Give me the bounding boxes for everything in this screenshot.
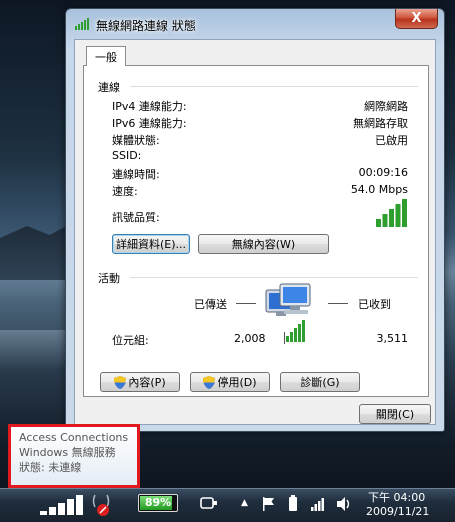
power-status-icon[interactable] — [286, 495, 300, 513]
network-signal-tray-icon[interactable] — [311, 497, 327, 511]
media-state-value: 已啟用 — [375, 134, 408, 147]
properties-button-label: 內容(P) — [128, 376, 166, 389]
bytes-label: 位元組: — [112, 334, 149, 347]
connection-heading: 連線 — [98, 81, 120, 94]
ssid-label: SSID: — [112, 149, 142, 162]
sent-line — [236, 303, 256, 304]
details-button[interactable]: 詳細資料(E)... — [112, 234, 190, 254]
activity-heading: 活動 — [98, 272, 120, 285]
tooltip-line-status: 狀態: 未連線 — [19, 461, 82, 474]
properties-button[interactable]: 內容(P) — [100, 372, 180, 392]
row-signal-quality: 訊號品質: — [112, 199, 408, 232]
sent-label: 已傳送 — [194, 298, 227, 311]
close-icon: X — [411, 11, 422, 26]
row-bytes: 位元組: 2,008 3,511 — [112, 332, 408, 348]
tooltip-line-app: Access Connections — [19, 431, 129, 444]
tooltip-line-service: Windows 無線服務 — [19, 446, 116, 459]
access-connections-signal-icon[interactable] — [40, 495, 84, 515]
speed-value: 54.0 Mbps — [350, 183, 408, 196]
row-speed: 速度: 54.0 Mbps — [112, 183, 408, 199]
general-tab-panel: 連線 IPv4 連線能力: 網際網路 IPv6 連線能力: 無網路存取 媒體狀態… — [83, 65, 429, 397]
ipv6-value: 無網路存取 — [353, 117, 408, 130]
volume-icon[interactable] — [336, 496, 352, 512]
tab-general[interactable]: 一般 — [86, 46, 126, 66]
bytes-received-value: 3,511 — [376, 332, 409, 345]
signal-quality-icon — [376, 199, 407, 227]
duration-label: 連線時間: — [112, 168, 160, 181]
window-close-button[interactable]: X — [395, 9, 438, 29]
battery-gauge[interactable]: 89% — [138, 494, 178, 512]
access-connections-tooltip: Access Connections Windows 無線服務 狀態: 未連線 — [8, 424, 140, 488]
diagnose-button[interactable]: 診斷(G) — [280, 372, 360, 392]
uac-shield-icon — [203, 375, 216, 389]
activity-divider — [130, 277, 418, 278]
received-label: 已收到 — [358, 298, 391, 311]
disable-button[interactable]: 停用(D) — [190, 372, 270, 392]
disable-button-label: 停用(D) — [217, 376, 257, 389]
speed-label: 速度: — [112, 185, 138, 198]
row-media-state: 媒體狀態: 已啟用 — [112, 132, 408, 148]
tab-general-label: 一般 — [95, 50, 117, 64]
ipv6-label: IPv6 連線能力: — [112, 117, 187, 130]
window-title: 無線網路連線 狀態 — [96, 19, 196, 33]
wireless-disabled-icon[interactable] — [92, 493, 110, 517]
row-ipv4: IPv4 連線能力: 網際網路 — [112, 98, 408, 114]
power-plug-icon[interactable] — [199, 495, 219, 511]
uac-shield-icon — [114, 375, 127, 389]
action-center-flag-icon[interactable] — [262, 496, 276, 512]
details-button-label: 詳細資料(E)... — [115, 238, 187, 251]
row-duration: 連線時間: 00:09:16 — [112, 166, 408, 182]
duration-value: 00:09:16 — [358, 166, 408, 179]
wireless-properties-button[interactable]: 無線內容(W) — [198, 234, 329, 254]
connection-divider — [130, 86, 418, 87]
window-client-area: 一般 連線 IPv4 連線能力: 網際網路 IPv6 連線能力: 無網路存取 媒… — [74, 39, 436, 425]
wireless-status-window: 無線網路連線 狀態 X 一般 連線 IPv4 連線能力: 網際網路 IPv6 連… — [65, 8, 445, 432]
clock-time[interactable]: 下午 04:00 — [368, 489, 425, 505]
wireless-signal-icon — [75, 18, 89, 30]
diagnose-button-label: 診斷(G) — [300, 376, 340, 389]
row-ipv6: IPv6 連線能力: 無網路存取 — [112, 115, 408, 131]
taskbar: 89% ▲ 下午 04:00 2009/11/21 — [0, 488, 455, 522]
wireless-properties-label: 無線內容(W) — [231, 238, 296, 251]
row-ssid: SSID: — [112, 149, 408, 165]
close-button[interactable]: 關閉(C) — [359, 404, 431, 424]
show-hidden-icons-icon[interactable]: ▲ — [241, 498, 248, 508]
title-bar[interactable]: 無線網路連線 狀態 X — [66, 9, 444, 37]
bytes-sent-value: 2,008 — [234, 332, 266, 345]
ipv4-value: 網際網路 — [364, 100, 408, 113]
battery-percent: 89% — [144, 496, 172, 509]
media-state-label: 媒體狀態: — [112, 134, 160, 147]
close-button-label: 關閉(C) — [375, 408, 415, 421]
clock-date[interactable]: 2009/11/21 — [366, 505, 429, 518]
received-line — [328, 303, 348, 304]
ipv4-label: IPv4 連線能力: — [112, 100, 187, 113]
signal-quality-label: 訊號品質: — [112, 211, 160, 224]
